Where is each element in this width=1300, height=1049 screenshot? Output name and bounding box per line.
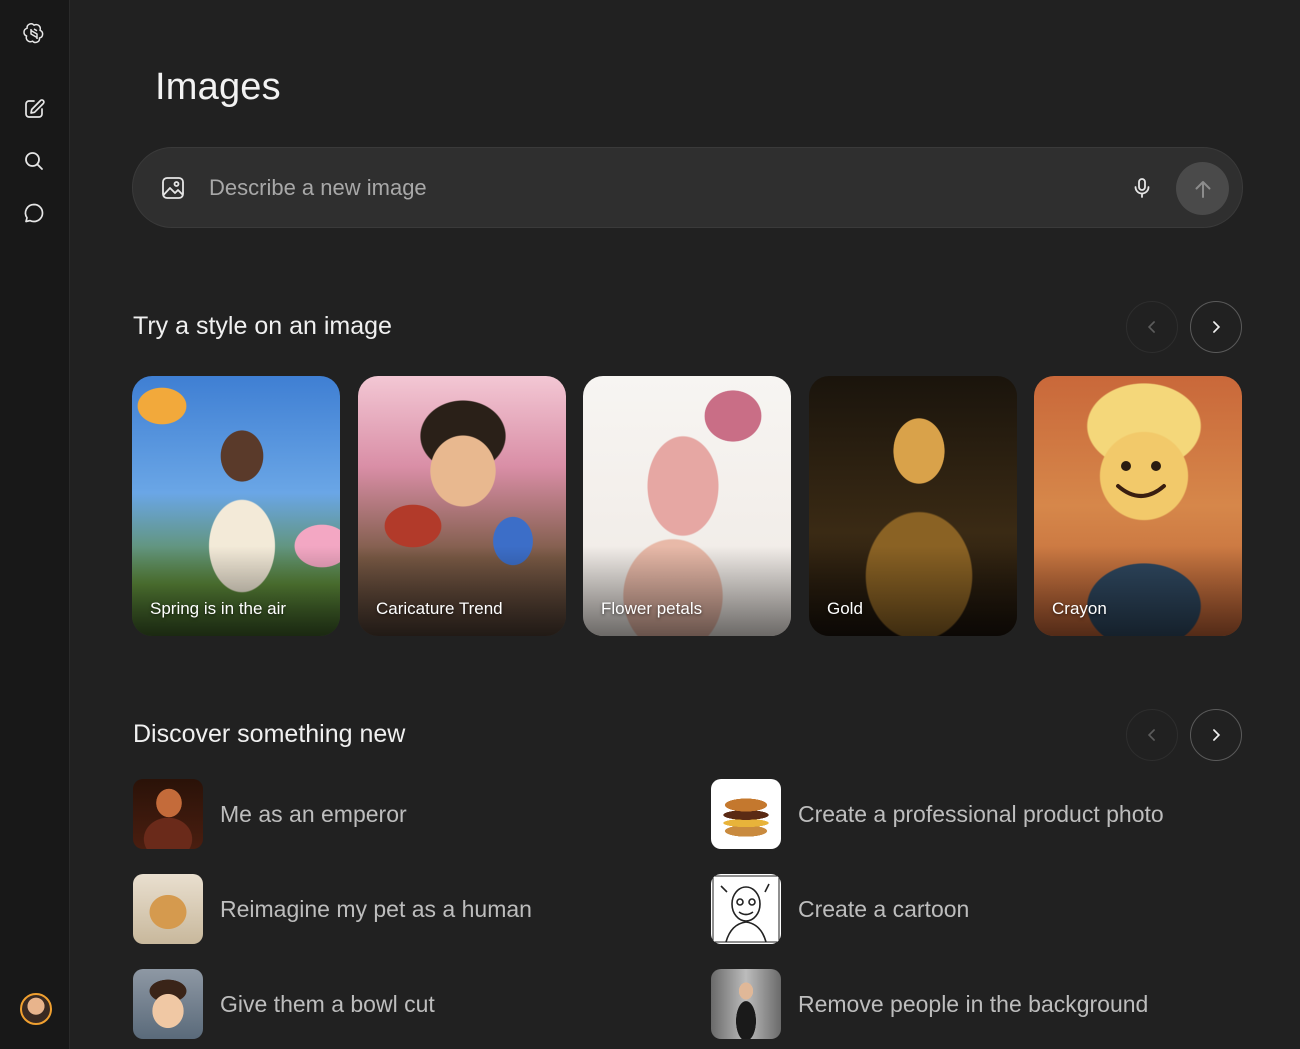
discover-next-button[interactable] <box>1190 709 1242 761</box>
image-prompt-input[interactable] <box>209 168 1109 208</box>
style-card-label: Crayon <box>1052 599 1107 618</box>
styles-prev-button[interactable] <box>1126 301 1178 353</box>
card-shade <box>132 546 340 636</box>
chevron-right-icon <box>1213 729 1221 741</box>
boy-thumbnail <box>133 969 203 1039</box>
style-card-flower-petals[interactable]: Flower petals <box>583 376 791 636</box>
discover-item-label: Reimagine my pet as a human <box>220 895 532 922</box>
dog-thumbnail <box>133 874 203 944</box>
image-icon[interactable] <box>159 174 187 202</box>
sidebar <box>0 0 70 1049</box>
style-card-gold[interactable]: Gold <box>809 376 1017 636</box>
card-shade <box>583 546 791 636</box>
styles-next-button[interactable] <box>1190 301 1242 353</box>
discover-item-pet-human[interactable]: Reimagine my pet as a human <box>133 874 532 944</box>
style-card-label: Gold <box>827 599 863 618</box>
new-chat-icon[interactable] <box>17 92 51 126</box>
microphone-icon[interactable] <box>1127 172 1157 204</box>
discover-item-bowl-cut[interactable]: Give them a bowl cut <box>133 969 435 1039</box>
chevron-left-icon <box>1147 321 1155 333</box>
discover-item-label: Me as an emperor <box>220 800 407 827</box>
style-card-label: Caricature Trend <box>376 599 503 618</box>
style-card-label: Spring is in the air <box>150 599 287 618</box>
discover-item-label: Create a professional product photo <box>798 800 1164 827</box>
style-card-caricature[interactable]: Caricature Trend <box>358 376 566 636</box>
chevron-right-icon <box>1213 321 1221 333</box>
card-shade <box>1034 546 1242 636</box>
styles-section-title: Try a style on an image <box>133 312 392 340</box>
discover-item-cartoon[interactable]: Create a cartoon <box>711 874 969 944</box>
style-cards-carousel: Spring is in the air Caricature Trend Fl… <box>132 376 1243 636</box>
discover-item-label: Give them a bowl cut <box>220 990 435 1017</box>
style-card-spring[interactable]: Spring is in the air <box>132 376 340 636</box>
discover-prev-button[interactable] <box>1126 709 1178 761</box>
prompt-bar <box>132 147 1243 228</box>
burger-thumbnail <box>711 779 781 849</box>
page-title: Images <box>155 66 281 108</box>
openai-logo-icon[interactable] <box>17 17 51 51</box>
discover-item-product-photo[interactable]: Create a professional product photo <box>711 779 1164 849</box>
discover-section-title: Discover something new <box>133 720 406 748</box>
chevron-left-icon <box>1147 729 1155 741</box>
discover-item-remove-people[interactable]: Remove people in the background <box>711 969 1148 1039</box>
arrow-up-icon <box>1195 180 1210 198</box>
card-shade <box>809 546 1017 636</box>
discover-item-label: Remove people in the background <box>798 990 1149 1017</box>
send-button[interactable] <box>1176 162 1229 215</box>
user-avatar[interactable] <box>20 993 52 1025</box>
chat-bubble-icon[interactable] <box>17 196 51 230</box>
crayon-face-illustration <box>1116 461 1166 498</box>
search-icon[interactable] <box>17 144 51 178</box>
cartoon-sketch-illustration <box>712 875 780 943</box>
street-portrait-thumbnail <box>711 969 781 1039</box>
cartoon-thumbnail <box>711 874 781 944</box>
style-card-label: Flower petals <box>601 599 703 618</box>
emperor-thumbnail <box>133 779 203 849</box>
discover-item-label: Create a cartoon <box>798 895 970 922</box>
card-shade <box>358 546 566 636</box>
discover-item-emperor[interactable]: Me as an emperor <box>133 779 407 849</box>
style-card-crayon[interactable]: Crayon <box>1034 376 1242 636</box>
